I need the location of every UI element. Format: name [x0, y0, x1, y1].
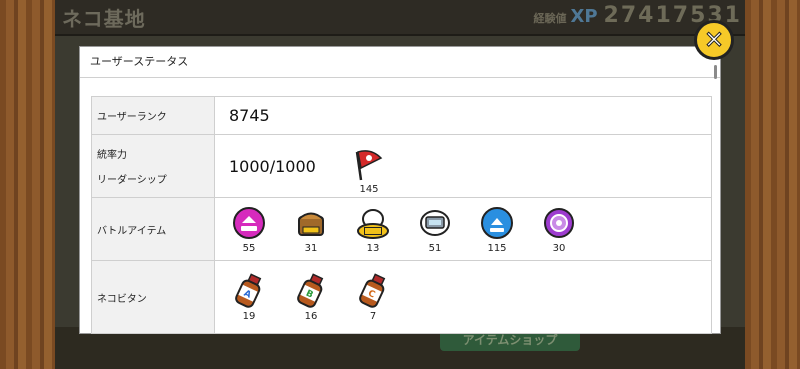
cat-cpu-icon [420, 209, 450, 236]
close-button[interactable]: ✕ [694, 20, 734, 60]
leadership-label: 統率力 リーダーシップ [92, 135, 215, 197]
user-rank-label: ユーザーランク [92, 97, 215, 134]
vitan-b: B 16 [280, 272, 342, 322]
vitan-a: A 19 [218, 272, 280, 322]
flag-count: 145 [359, 183, 379, 195]
rich-cat-max-icon [357, 208, 389, 239]
xp-label: 経験値 [533, 12, 567, 25]
vitan-c-icon: C [359, 272, 386, 308]
wood-frame-left [0, 0, 55, 369]
battle-item-sniper: 30 [528, 205, 590, 254]
user-status-dialog: ユーザーステータス ユーザーランク 8745 統率力 リーダーシップ 1000/… [79, 46, 721, 334]
base-title: ネコ基地 [62, 7, 146, 31]
user-rank-value: 8745 [229, 106, 270, 125]
status-table: ユーザーランク 8745 統率力 リーダーシップ 1000/1000 145 バ… [91, 96, 712, 334]
battle-item-rich-cat: 13 [342, 205, 404, 254]
dialog-title: ユーザーステータス [80, 47, 720, 78]
vitan-b-icon: B [297, 272, 324, 308]
close-icon: ✕ [703, 26, 725, 54]
xp-badge: XP [570, 6, 598, 27]
battle-item-treasure-radar: 31 [280, 205, 342, 254]
row-leadership: 統率力 リーダーシップ 1000/1000 145 [92, 135, 711, 198]
speed-up-icon [233, 206, 265, 239]
leadership-flag: 145 [339, 146, 399, 195]
scrollbar[interactable] [714, 65, 717, 79]
row-battle-items: バトルアイテム 55 31 13 51 115 30 [92, 198, 711, 261]
vitan-a-icon: A [235, 272, 262, 308]
battle-item-speed-up: 55 [218, 205, 280, 254]
flag-icon [355, 149, 383, 180]
battle-items-label: バトルアイテム [92, 198, 215, 260]
battle-item-xp-up: 115 [466, 205, 528, 254]
battle-item-cat-cpu: 51 [404, 205, 466, 254]
row-neko-vitan: ネコビタン A 19 B 16 C 7 [92, 261, 711, 334]
xp-up-icon [481, 206, 513, 239]
vitan-c: C 7 [342, 272, 404, 322]
treasure-radar-icon [298, 212, 324, 236]
row-user-rank: ユーザーランク 8745 [92, 97, 711, 135]
leadership-value: 1000/1000 [229, 156, 316, 176]
sniper-icon [544, 207, 574, 238]
neko-vitan-label: ネコビタン [92, 261, 215, 333]
wood-frame-right [745, 0, 800, 369]
